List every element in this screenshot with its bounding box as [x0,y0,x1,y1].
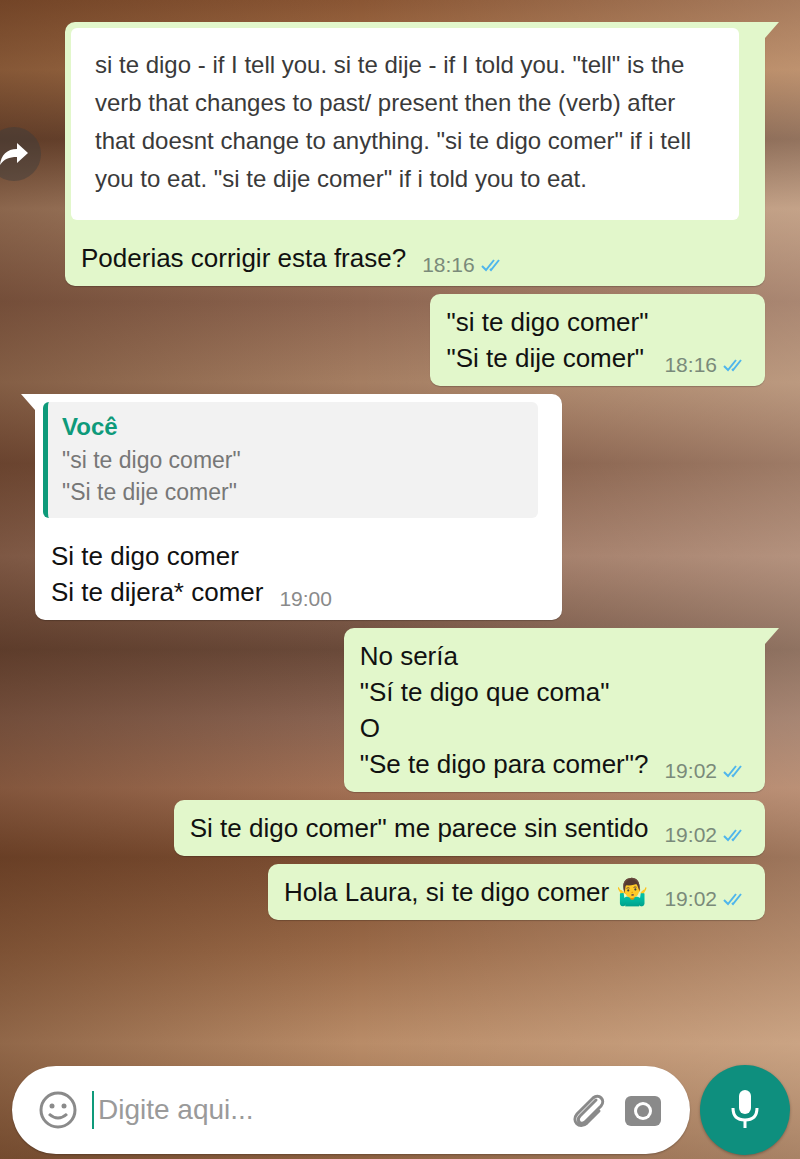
message-time: 19:02 [664,822,717,848]
chat-list: si te digo - if I tell you. si te dije -… [0,0,800,1060]
emoji-icon[interactable] [38,1090,78,1130]
double-check-icon [723,357,749,373]
mic-button[interactable] [700,1065,790,1155]
message-bubble[interactable]: No sería"Sí te digo que coma"O"Se te dig… [344,628,765,792]
microphone-icon [729,1088,761,1132]
message-time: 19:02 [664,886,717,912]
double-check-icon [723,891,749,907]
message-bubble[interactable]: Você"si te digo comer""Si te dije comer"… [35,394,562,620]
message-line: Si te dijera* comer [51,574,263,610]
message-line: Hola Laura, si te digo comer 🤷‍♂️ [284,874,648,910]
message-time: 19:00 [279,586,332,612]
message-line: "Se te digo para comer"? [360,746,649,782]
message-meta: 19:02 [664,758,749,784]
quoted-message[interactable]: Você"si te digo comer""Si te dije comer" [43,402,538,518]
message-meta: 19:00 [279,586,332,612]
message-meta: 18:16 [664,352,749,378]
message-bubble[interactable]: Hola Laura, si te digo comer 🤷‍♂️ 19:02 [268,864,765,920]
bubble-tail [765,22,779,38]
forward-icon [0,141,29,167]
double-check-icon [723,827,749,843]
message-text: Poderias corrigir esta frase? [81,240,406,276]
message-text: No sería"Sí te digo que coma"O"Se te dig… [360,638,649,782]
message-line: "Si te dije comer" [446,340,648,376]
camera-icon[interactable] [622,1090,664,1130]
bubble-tail [21,394,35,410]
message-input[interactable] [92,1091,554,1129]
double-check-icon [723,763,749,779]
message-bubble[interactable]: si te digo - if I tell you. si te dije -… [65,22,765,286]
message-text: "si te digo comer""Si te dije comer" [446,304,648,376]
composer-bar [0,1060,800,1159]
message-time: 19:02 [664,758,717,784]
message-meta: 18:16 [422,252,507,278]
message-line: Poderias corrigir esta frase? [81,240,406,276]
forward-button[interactable] [0,127,41,181]
message-meta: 19:02 [664,886,749,912]
message-line: No sería [360,638,649,674]
forwarded-card[interactable]: si te digo - if I tell you. si te dije -… [71,28,739,220]
message-time: 18:16 [664,352,717,378]
message-line: Si te digo comer" me parece sin sentido [190,810,649,846]
message-bubble[interactable]: "si te digo comer""Si te dije comer" 18:1… [430,294,765,386]
message-line: "Sí te digo que coma" [360,674,649,710]
message-text: Si te digo comer" me parece sin sentido [190,810,649,846]
message-line: Si te digo comer [51,538,263,574]
message-meta: 19:02 [664,822,749,848]
message-text: Hola Laura, si te digo comer 🤷‍♂️ [284,874,648,910]
message-bubble[interactable]: Si te digo comer" me parece sin sentido 1… [174,800,765,856]
quote-line: "si te digo comer" [62,444,522,476]
message-text: Si te digo comerSi te dijera* comer [51,538,263,610]
message-time: 18:16 [422,252,475,278]
message-line: "si te digo comer" [446,304,648,340]
quote-author: Você [62,410,522,444]
quote-line: "Si te dije comer" [62,476,522,508]
double-check-icon [481,257,507,273]
paperclip-icon[interactable] [568,1088,608,1132]
message-line: O [360,710,649,746]
bubble-tail [765,628,779,644]
message-field [12,1066,690,1154]
